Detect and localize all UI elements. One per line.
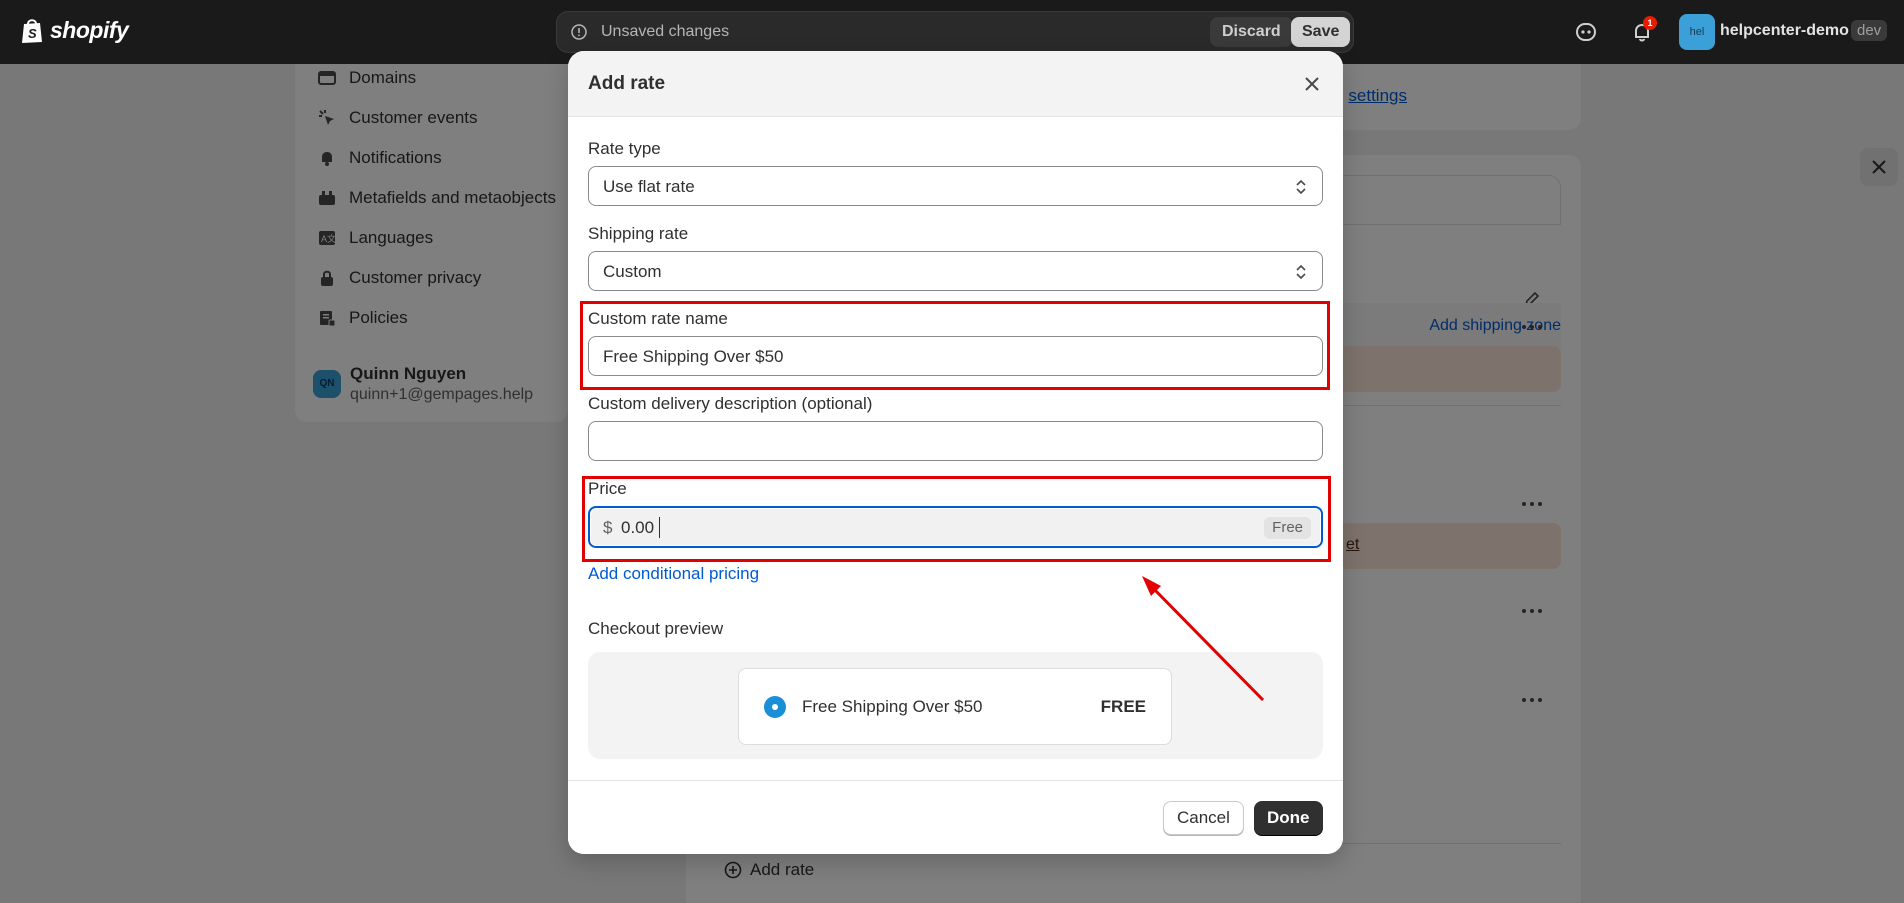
annotation-arrow xyxy=(1142,576,1265,702)
